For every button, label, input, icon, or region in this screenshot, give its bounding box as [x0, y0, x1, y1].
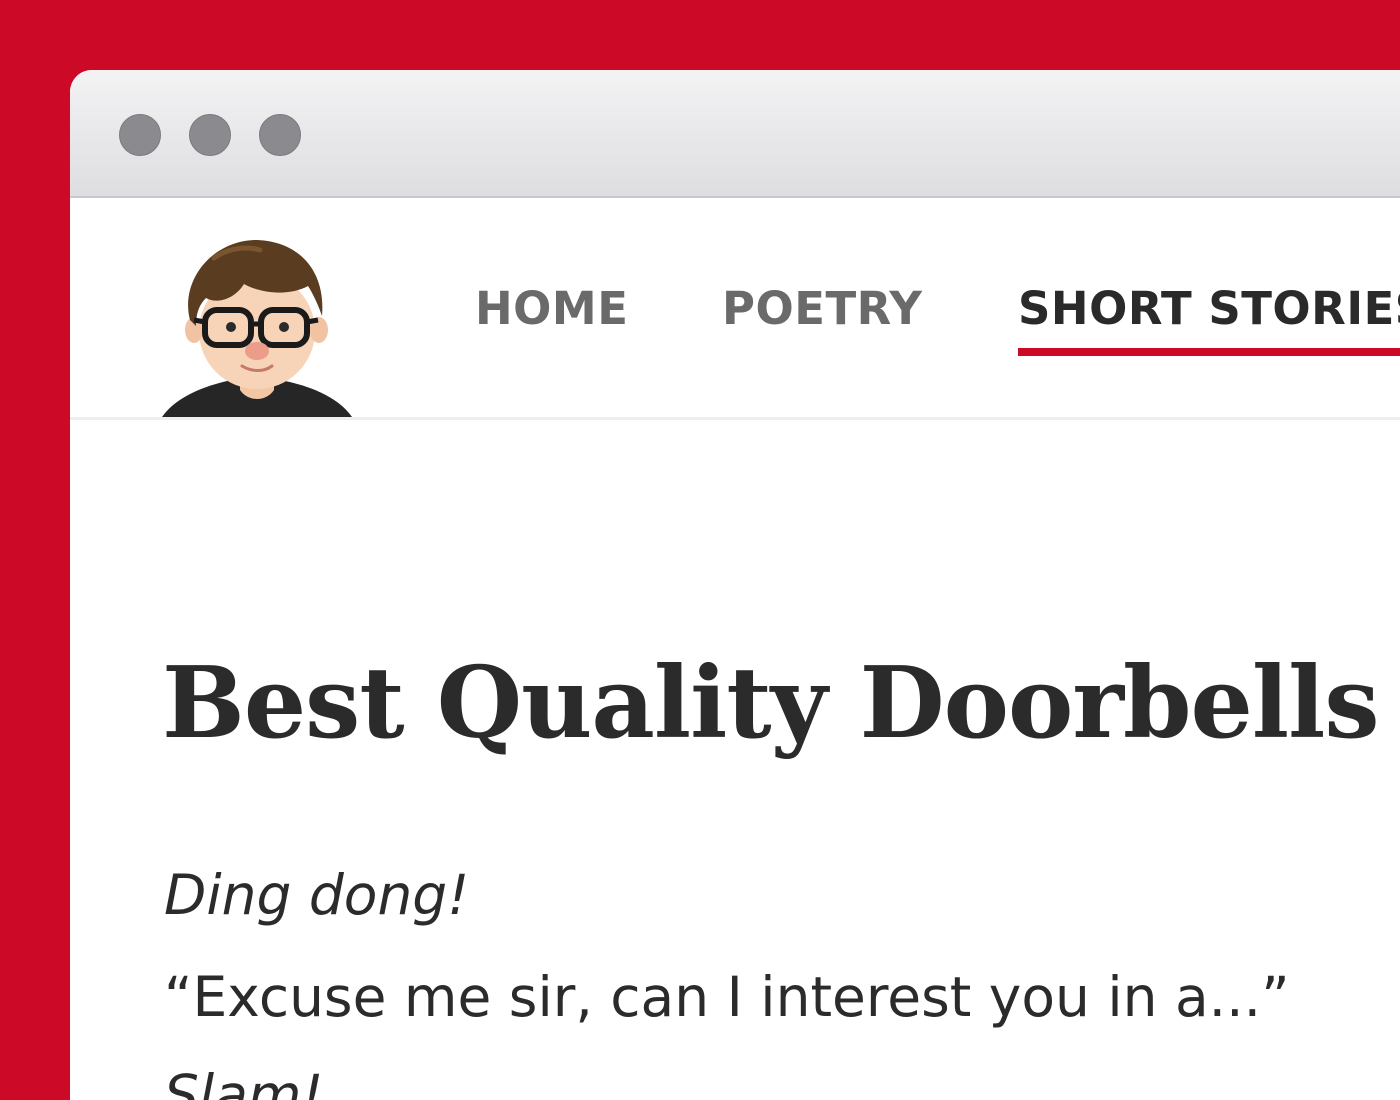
nav-home-link[interactable]: HOME	[475, 282, 628, 336]
article-title: Best Quality Doorbells	[162, 646, 1379, 761]
browser-window: HOME POETRY SHORT STORIES Best Quality D…	[70, 70, 1400, 1100]
browser-titlebar	[70, 70, 1400, 198]
avatar-icon[interactable]	[162, 234, 352, 417]
site-header: HOME POETRY SHORT STORIES	[70, 198, 1400, 420]
story-line: Slam!	[164, 1063, 324, 1100]
minimize-window-button[interactable]	[189, 114, 231, 156]
zoom-window-button[interactable]	[259, 114, 301, 156]
nav-poetry-link[interactable]: POETRY	[722, 282, 922, 336]
active-nav-indicator	[1018, 348, 1400, 356]
story-line: Ding dong!	[164, 863, 470, 927]
nav-short-stories-link[interactable]: SHORT STORIES	[1018, 282, 1400, 336]
story-line: “Excuse me sir, can I interest you in a.…	[164, 965, 1290, 1029]
close-window-button[interactable]	[119, 114, 161, 156]
